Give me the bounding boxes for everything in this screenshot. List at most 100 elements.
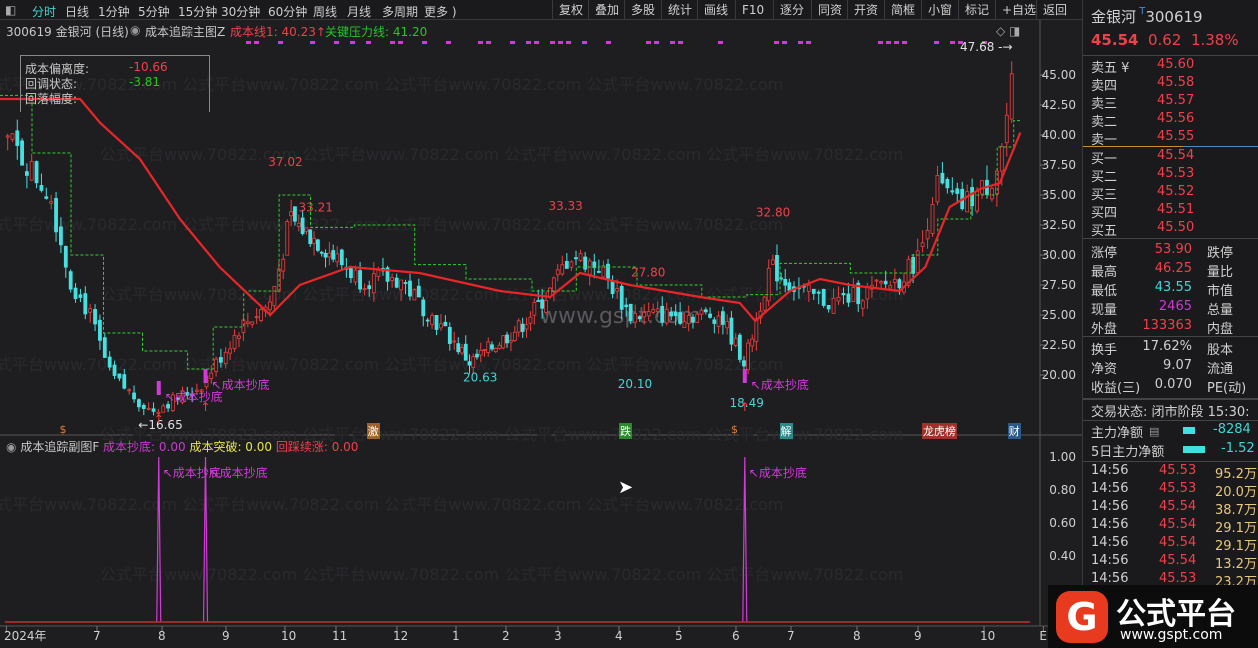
diamond-icon[interactable]: ◇ ◨ xyxy=(996,24,1020,38)
event-marker[interactable]: 龙虎榜 xyxy=(921,423,957,439)
collapse-icon[interactable]: ◉ xyxy=(130,23,140,37)
signal-bar xyxy=(156,381,161,395)
toolbar-button[interactable]: F10 xyxy=(735,0,770,20)
signal-label: ↖成本抄底 xyxy=(751,377,809,392)
stat-value: 9.07 xyxy=(1163,358,1192,373)
candle xyxy=(619,285,624,310)
toolbar-button[interactable]: 简框 xyxy=(884,0,921,20)
indicator-name[interactable]: 成本追踪主图Z xyxy=(145,23,225,40)
y-tick-label: 40.00 xyxy=(1042,128,1076,142)
y-tick-label: 25.00 xyxy=(1042,308,1076,322)
toolbar-button[interactable]: 叠加 xyxy=(588,0,625,20)
period-tab[interactable]: 日线 xyxy=(65,3,89,20)
x-tick-label: 2 xyxy=(502,629,510,643)
toolbar-button[interactable]: +自选 xyxy=(995,0,1042,20)
toolbar-button[interactable]: 多股 xyxy=(624,0,661,20)
candle xyxy=(874,279,879,282)
signal-dot xyxy=(390,41,395,44)
candle xyxy=(127,389,132,392)
candle xyxy=(587,260,592,275)
candle xyxy=(624,304,629,308)
sub-indicator-name[interactable]: 成本追踪副图F xyxy=(20,440,99,454)
flow-bar xyxy=(1183,446,1205,453)
signal-dot xyxy=(670,41,675,44)
candle xyxy=(39,185,44,191)
y-tick-label: 30.00 xyxy=(1042,248,1076,262)
sub-value-pullback: 回踩续涨: 0.00 xyxy=(275,440,359,454)
event-marker[interactable]: 财 xyxy=(1007,423,1021,439)
event-marker[interactable]: 激 xyxy=(366,423,380,439)
candle xyxy=(471,356,476,368)
bid-label: 买三 xyxy=(1091,188,1118,203)
period-tab[interactable]: 15分钟 xyxy=(178,3,217,20)
toolbar-button[interactable]: 逐分 xyxy=(773,0,810,20)
event-marker[interactable]: 解 xyxy=(779,423,793,439)
candle xyxy=(851,287,856,302)
sidebar-toggle-icon[interactable]: ◧ xyxy=(5,3,16,17)
stat-label: 总量 xyxy=(1207,303,1234,318)
last-price: 45.54 xyxy=(1091,31,1139,49)
key-line-value: 关键压力线: 41.20 xyxy=(325,25,428,39)
candle xyxy=(930,204,935,234)
toolbar-button[interactable]: 开资 xyxy=(847,0,884,20)
toolbar-button[interactable]: 小窗 xyxy=(921,0,958,20)
event-marker[interactable]: $ xyxy=(59,423,68,436)
signal-dot xyxy=(526,41,531,44)
period-tab[interactable]: 更多 ) xyxy=(424,3,457,20)
candle xyxy=(826,304,831,310)
stat-label: 外盘 xyxy=(1091,322,1118,337)
signal-dot xyxy=(878,41,883,44)
price-annotation: 37.02 xyxy=(268,155,302,169)
candle xyxy=(439,323,443,329)
candle xyxy=(628,303,633,322)
ask-label: 卖三 xyxy=(1091,97,1118,112)
candle xyxy=(371,273,376,294)
period-tab[interactable]: 多周期 xyxy=(382,3,418,20)
period-tab[interactable]: 月线 xyxy=(347,3,371,20)
signal-dot xyxy=(774,41,779,44)
toolbar-button[interactable]: 返回 xyxy=(1036,0,1073,20)
candle xyxy=(703,309,708,313)
candle xyxy=(544,300,548,313)
event-marker[interactable]: $ xyxy=(730,423,739,436)
sub-chart-info-bar: ◉ 成本追踪副图F 成本抄底: 0.00 成本突破: 0.00 回踩续涨: 0.… xyxy=(6,438,358,455)
candle xyxy=(331,250,336,260)
x-tick-label: 10 xyxy=(281,629,296,643)
tick-price: 45.53 xyxy=(1159,463,1197,478)
stat-value: 17.62% xyxy=(1142,339,1192,354)
signal-dot xyxy=(782,41,787,44)
candle xyxy=(578,253,583,261)
period-tab[interactable]: 1分钟 xyxy=(98,3,130,20)
toolbar-button[interactable]: 统计 xyxy=(661,0,698,20)
stat-label: 净资 xyxy=(1091,362,1118,377)
period-tab[interactable]: 周线 xyxy=(313,3,337,20)
period-tab[interactable]: 30分钟 xyxy=(221,3,260,20)
logo-g-icon: G xyxy=(1056,591,1108,643)
candle xyxy=(606,263,610,279)
toolbar-button[interactable]: 同资 xyxy=(811,0,848,20)
toolbar-button[interactable]: 标记 xyxy=(958,0,995,20)
signal-dot xyxy=(566,41,571,44)
toolbar-button[interactable]: 画线 xyxy=(697,0,734,20)
price-annotation: 33.33 xyxy=(548,199,582,213)
candle xyxy=(367,285,372,290)
collapse-icon[interactable]: ◉ xyxy=(6,440,16,454)
toolbar-button[interactable]: 复权 xyxy=(552,0,589,20)
period-tab[interactable]: 分时 xyxy=(32,3,56,20)
bid-price: 45.53 xyxy=(1157,166,1195,181)
x-tick-label: 9 xyxy=(914,629,922,643)
candle xyxy=(615,288,620,292)
price-annotation: 33.21 xyxy=(299,200,333,214)
ask-label: 卖四 xyxy=(1091,79,1118,94)
tick-price: 45.54 xyxy=(1159,553,1197,568)
price-change-pct: 1.38% xyxy=(1190,31,1239,49)
period-tab[interactable]: 60分钟 xyxy=(268,3,307,20)
list-icon[interactable]: ▤ xyxy=(1149,425,1159,438)
period-tab[interactable]: 5分钟 xyxy=(138,3,170,20)
signal-dot xyxy=(398,41,403,44)
event-marker[interactable]: 跌 xyxy=(619,423,632,439)
candle xyxy=(478,349,483,356)
tick-volume: 38.7万 xyxy=(1215,503,1257,518)
candle xyxy=(536,300,541,302)
candle xyxy=(412,289,417,301)
